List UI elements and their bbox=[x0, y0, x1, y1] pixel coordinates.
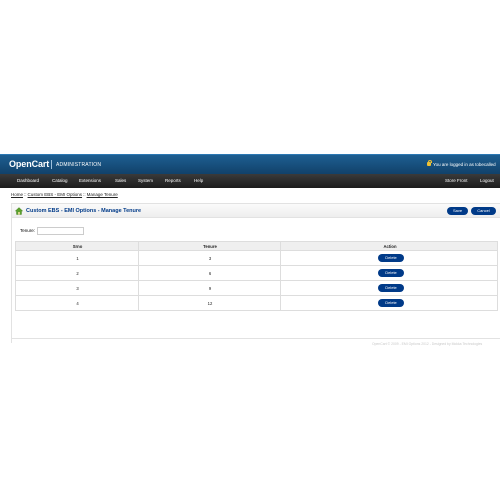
menu-help[interactable]: Help bbox=[194, 178, 203, 183]
tenure-cell: 9 bbox=[208, 286, 212, 291]
menu-catalog[interactable]: Catalog bbox=[52, 178, 68, 183]
admin-header: OpenCart ADMINISTRATION You are logged i… bbox=[0, 154, 500, 174]
main-menu: Dashboard Catalog Extensions Sales Syste… bbox=[0, 174, 500, 188]
srno-cell: 4 bbox=[76, 301, 79, 306]
breadcrumb-separator: :: bbox=[83, 192, 86, 197]
breadcrumb-separator: :: bbox=[24, 192, 27, 197]
administration-label: ADMINISTRATION bbox=[56, 162, 102, 168]
breadcrumb-emi-options[interactable]: Custom EBS - EMI Options bbox=[28, 192, 83, 197]
page-title: Custom EBS - EMI Options - Manage Tenure bbox=[26, 208, 142, 214]
lock-icon bbox=[427, 160, 433, 166]
opencart-logo[interactable]: OpenCart bbox=[9, 159, 49, 169]
column-action: Action bbox=[383, 244, 397, 249]
cancel-button[interactable]: Cancel bbox=[471, 207, 496, 215]
table-header: Srno Tenure Action bbox=[15, 241, 498, 251]
box-heading: Custom EBS - EMI Options - Manage Tenure… bbox=[12, 203, 500, 218]
content-box: Custom EBS - EMI Options - Manage Tenure… bbox=[11, 203, 500, 343]
table-row: 1 3 Delete bbox=[15, 251, 498, 266]
srno-cell: 1 bbox=[76, 256, 79, 261]
tenure-cell: 6 bbox=[208, 271, 212, 276]
delete-button[interactable]: Delete bbox=[378, 269, 404, 277]
footer-divider bbox=[11, 338, 500, 339]
menu-logout[interactable]: Logout bbox=[480, 178, 494, 183]
column-tenure: Tenure bbox=[203, 244, 217, 249]
menu-sales[interactable]: Sales bbox=[115, 178, 126, 183]
column-divider bbox=[280, 241, 281, 311]
tenure-cell: 12 bbox=[207, 301, 213, 306]
table-row: 4 12 Delete bbox=[15, 296, 498, 311]
srno-cell: 2 bbox=[76, 271, 79, 276]
delete-button[interactable]: Delete bbox=[378, 284, 404, 292]
menu-store-front[interactable]: Store Front bbox=[445, 178, 468, 183]
delete-button[interactable]: Delete bbox=[378, 254, 404, 262]
breadcrumb-home[interactable]: Home bbox=[11, 192, 23, 197]
table-row: 2 6 Delete bbox=[15, 266, 498, 281]
column-srno: Srno bbox=[72, 244, 83, 249]
breadcrumb: Home::Custom EBS - EMI Options::Manage T… bbox=[11, 192, 118, 197]
logo-divider bbox=[51, 160, 52, 169]
menu-reports[interactable]: Reports bbox=[165, 178, 181, 183]
menu-dashboard[interactable]: Dashboard bbox=[17, 178, 39, 183]
tenure-input[interactable] bbox=[37, 227, 84, 235]
menu-system[interactable]: System bbox=[138, 178, 153, 183]
menu-extensions[interactable]: Extensions bbox=[79, 178, 101, 183]
tenure-label: Tenure: bbox=[20, 228, 36, 233]
breadcrumb-manage-tenure[interactable]: Manage Tenure bbox=[87, 192, 118, 197]
logged-in-text: You are logged in as tobecalled bbox=[433, 162, 496, 167]
srno-cell: 3 bbox=[76, 286, 79, 291]
table-row: 3 9 Delete bbox=[15, 281, 498, 296]
home-icon bbox=[15, 207, 23, 215]
column-divider bbox=[138, 241, 139, 311]
tenure-cell: 3 bbox=[208, 256, 212, 261]
footer-text: OpenCart © 2009 - EMI Options 2012 - Des… bbox=[372, 342, 483, 346]
delete-button[interactable]: Delete bbox=[378, 299, 404, 307]
save-button[interactable]: Save bbox=[447, 207, 468, 215]
